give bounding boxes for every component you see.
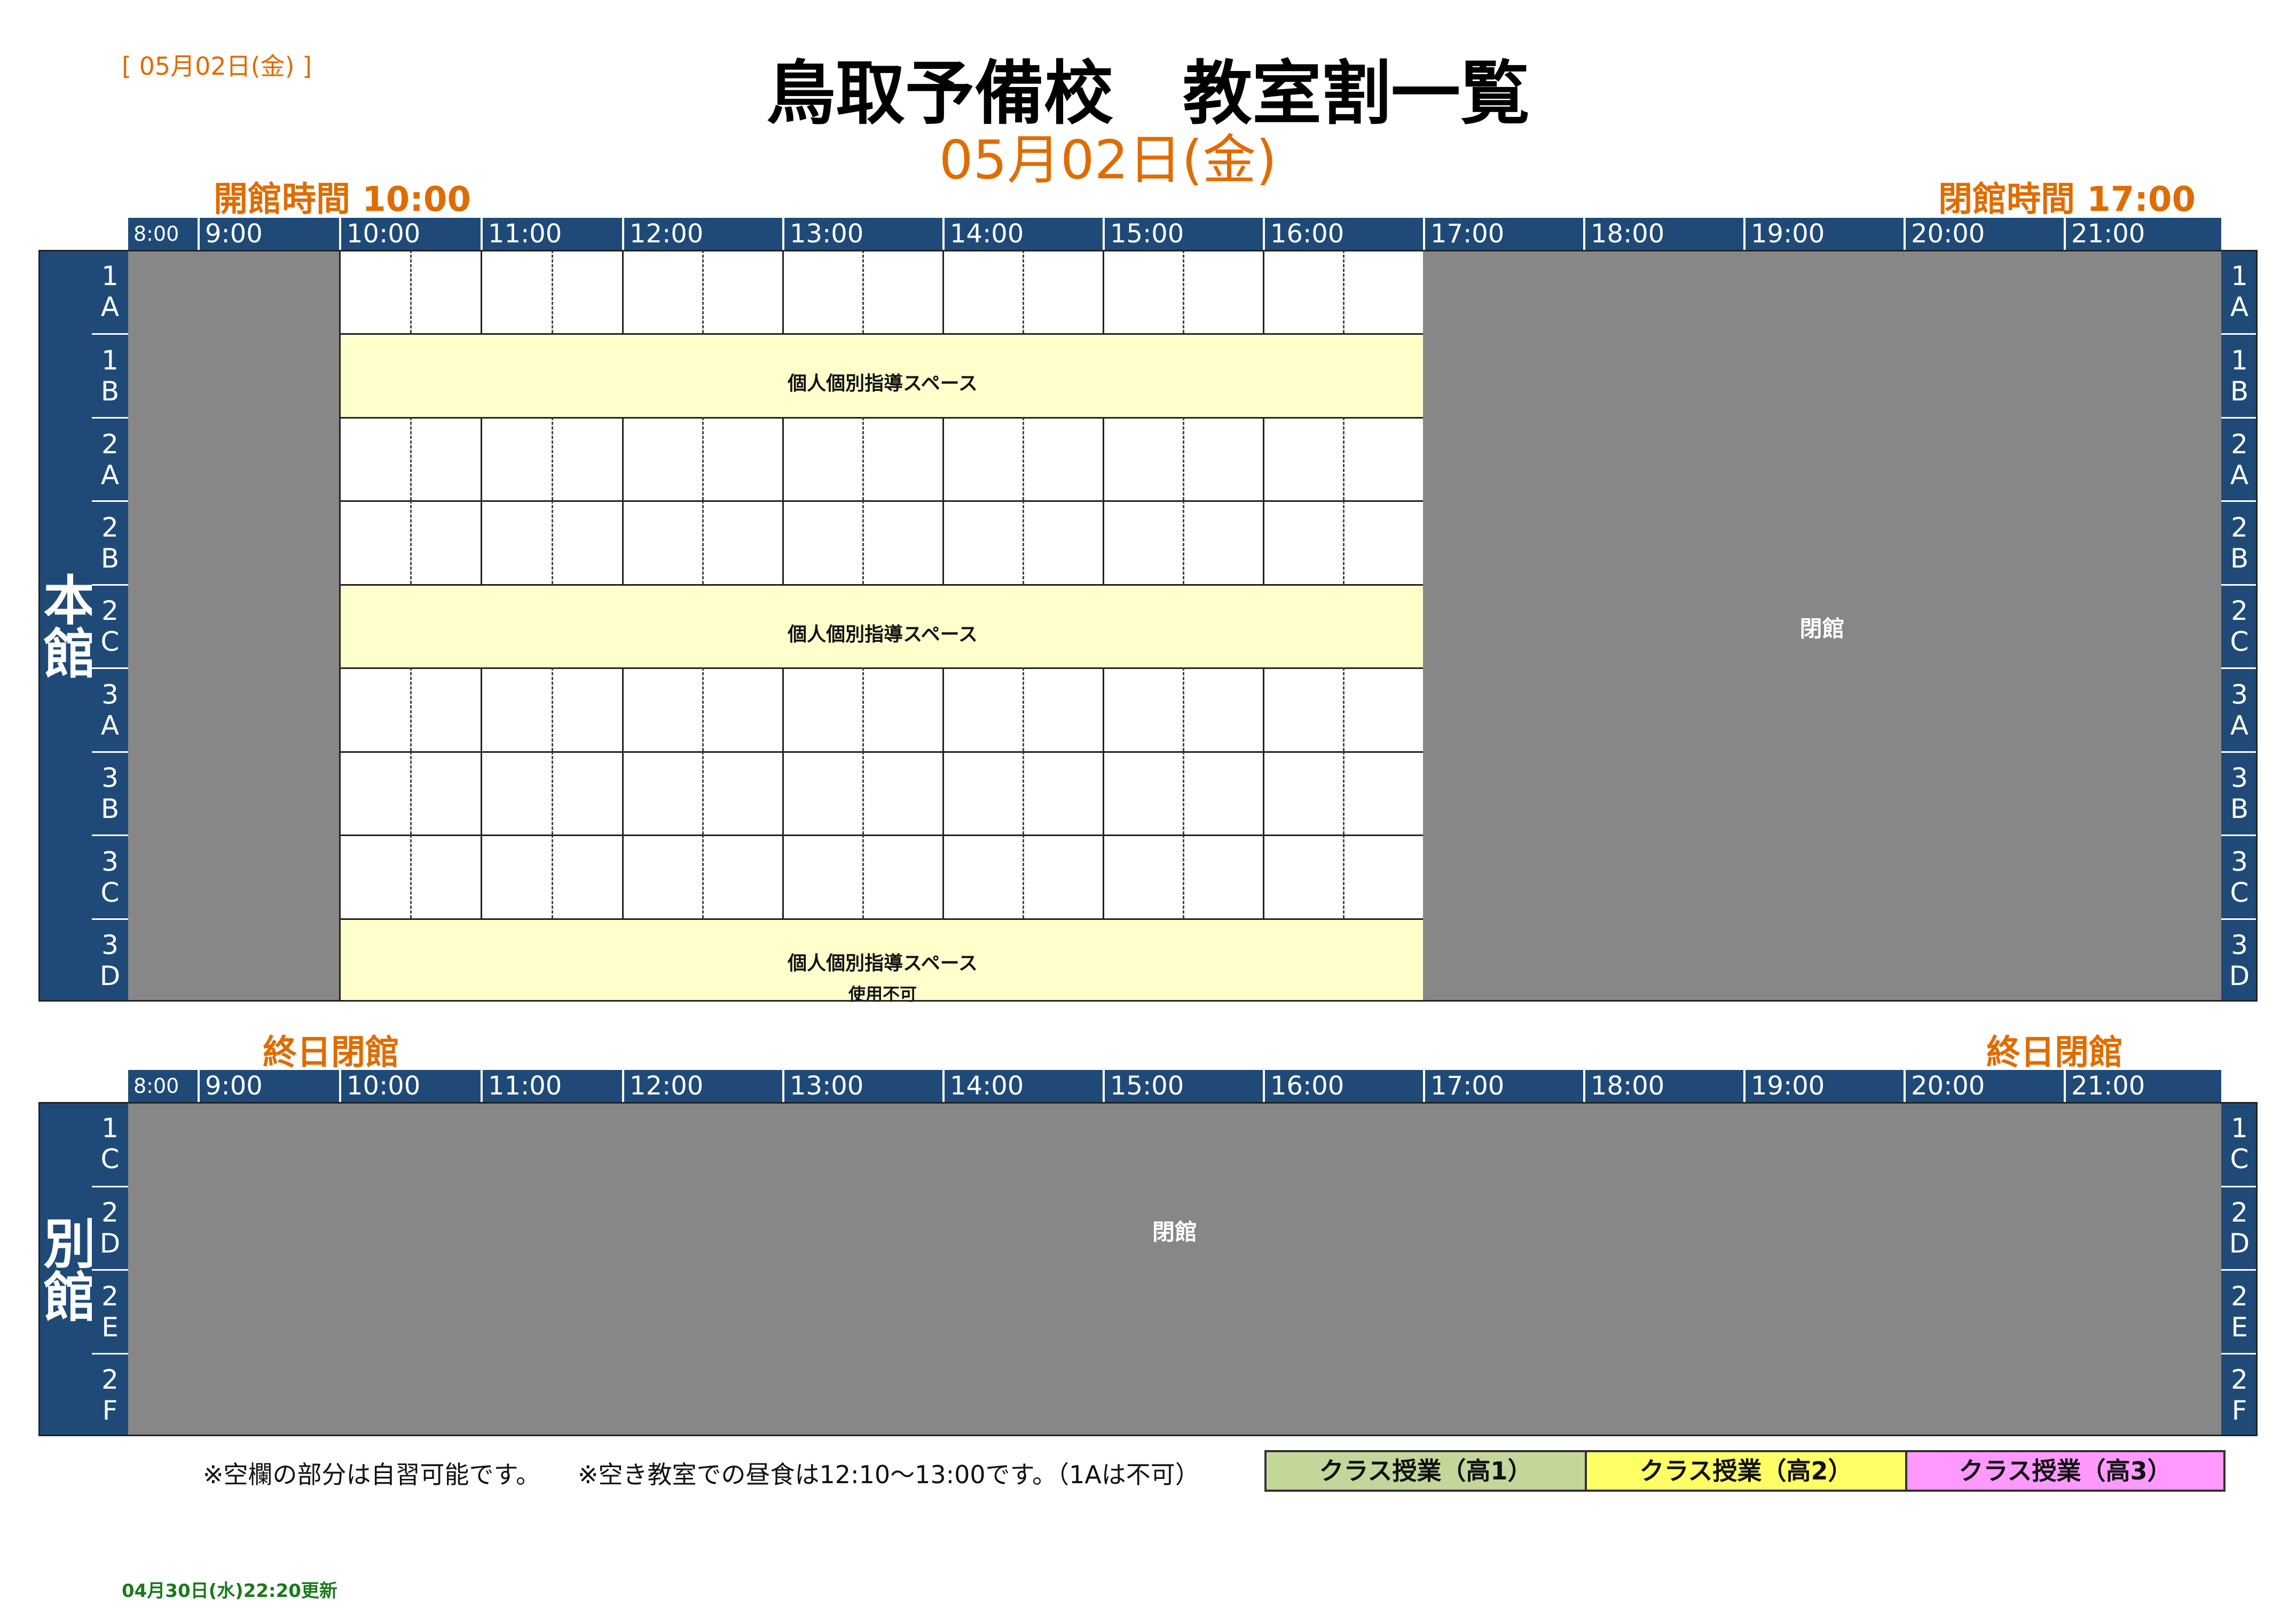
time-header-cell: 20:00 [1904, 218, 2064, 250]
time-header-cell: 11:00 [481, 218, 622, 250]
time-header-cell: 13:00 [782, 1070, 942, 1102]
time-header-cell: 9:00 [198, 218, 339, 250]
time-header-cell: 8:00 [133, 1074, 179, 1098]
time-header-cell: 18:00 [1583, 1070, 1743, 1102]
time-header-cell: 16:00 [1263, 218, 1423, 250]
time-header-cell: 8:00 [133, 222, 179, 246]
annex-close-time: 終日閉館 [1986, 1033, 2123, 1073]
time-header-cell: 15:00 [1103, 218, 1263, 250]
note-lunch: ※空き教室での昼食は12:10～13:00です。（1Aは不可） [578, 1460, 1200, 1489]
annex-open-time: 終日閉館 [263, 1033, 399, 1073]
time-header-cell: 10:00 [339, 218, 481, 250]
time-header-cell: 16:00 [1263, 1070, 1423, 1102]
time-header-cell: 20:00 [1904, 1070, 2064, 1102]
time-header-cell: 17:00 [1423, 1070, 1583, 1102]
main-time-header: 8:00 9:00 10:00 11:00 12:00 13:00 14:00 15:00 16… [128, 218, 2221, 250]
time-header-cell: 10:00 [339, 1070, 481, 1102]
legend-grade2: クラス授業（高2） [1585, 1450, 1907, 1492]
legend-grade3: クラス授業（高3） [1905, 1450, 2226, 1492]
time-header-cell: 11:00 [481, 1070, 622, 1102]
annex-time-header: 8:00 9:00 10:00 11:00 12:00 13:00 14:00 15:00 16… [128, 1070, 2221, 1102]
time-header-cell: 17:00 [1423, 218, 1583, 250]
time-header-cell: 9:00 [198, 1070, 339, 1102]
time-header-cell: 19:00 [1743, 218, 1904, 250]
time-header-cell: 18:00 [1583, 218, 1743, 250]
main-grid-border [38, 250, 2258, 1002]
time-header-cell: 13:00 [782, 218, 942, 250]
updated-stamp: 04月30日(水)22:20更新 [122, 1580, 337, 1602]
annex-grid-border [38, 1102, 2258, 1436]
time-header-cell: 19:00 [1743, 1070, 1904, 1102]
time-header-cell: 21:00 [2064, 1070, 2221, 1102]
time-header-cell: 15:00 [1103, 1070, 1263, 1102]
legend-grade1: クラス授業（高1） [1264, 1450, 1587, 1492]
note-self-study: ※空欄の部分は自習可能です。 [203, 1460, 540, 1489]
time-header-cell: 12:00 [622, 1070, 782, 1102]
main-open-time: 開館時間 10:00 [214, 180, 471, 219]
time-header-cell: 14:00 [942, 1070, 1103, 1102]
main-close-time: 閉館時間 17:00 [1938, 180, 2196, 219]
time-header-cell: 14:00 [942, 218, 1103, 250]
time-header-cell: 21:00 [2064, 218, 2221, 250]
time-header-cell: 12:00 [622, 218, 782, 250]
